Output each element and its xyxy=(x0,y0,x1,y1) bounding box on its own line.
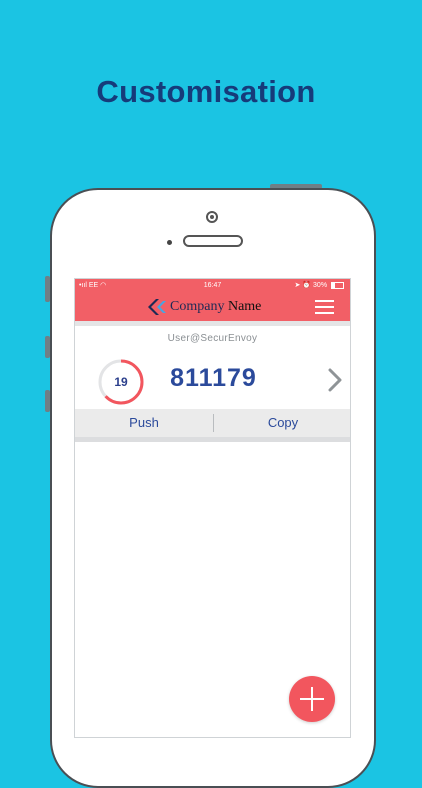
speaker-grille xyxy=(183,235,243,247)
action-bar: Push Copy xyxy=(75,409,350,437)
hamburger-menu-icon[interactable] xyxy=(315,300,334,314)
push-button[interactable]: Push xyxy=(75,409,213,437)
chevron-right-icon[interactable] xyxy=(326,367,344,393)
add-icon[interactable] xyxy=(289,676,335,722)
passcode[interactable]: 811179 xyxy=(75,364,350,393)
sensor-dot xyxy=(167,240,172,245)
logo-icon xyxy=(148,299,166,315)
battery-label: 30% xyxy=(313,282,328,289)
battery-icon xyxy=(331,281,344,289)
app-bar: Company Name xyxy=(75,293,350,321)
location-icon: ➤ xyxy=(294,282,301,289)
token-divider xyxy=(75,437,350,442)
app-screen: •ııl EE ◠ 16:47 ➤ ⏰ 30% Company Name Use… xyxy=(74,278,351,738)
status-right: ➤ ⏰ 30% xyxy=(295,279,344,293)
header-divider xyxy=(75,321,350,326)
status-bar: •ııl EE ◠ 16:47 ➤ ⏰ 30% xyxy=(75,279,350,293)
company-word: Company xyxy=(170,299,225,314)
camera-icon xyxy=(206,211,218,223)
alarm-icon: ⏰ xyxy=(302,282,312,289)
account-user: User@SecurEnvoy xyxy=(167,333,258,344)
page-headline: Customisation xyxy=(96,74,316,109)
company-name: Company Name xyxy=(170,298,261,316)
copy-button[interactable]: Copy xyxy=(214,409,350,437)
company-word: Name xyxy=(227,299,262,314)
